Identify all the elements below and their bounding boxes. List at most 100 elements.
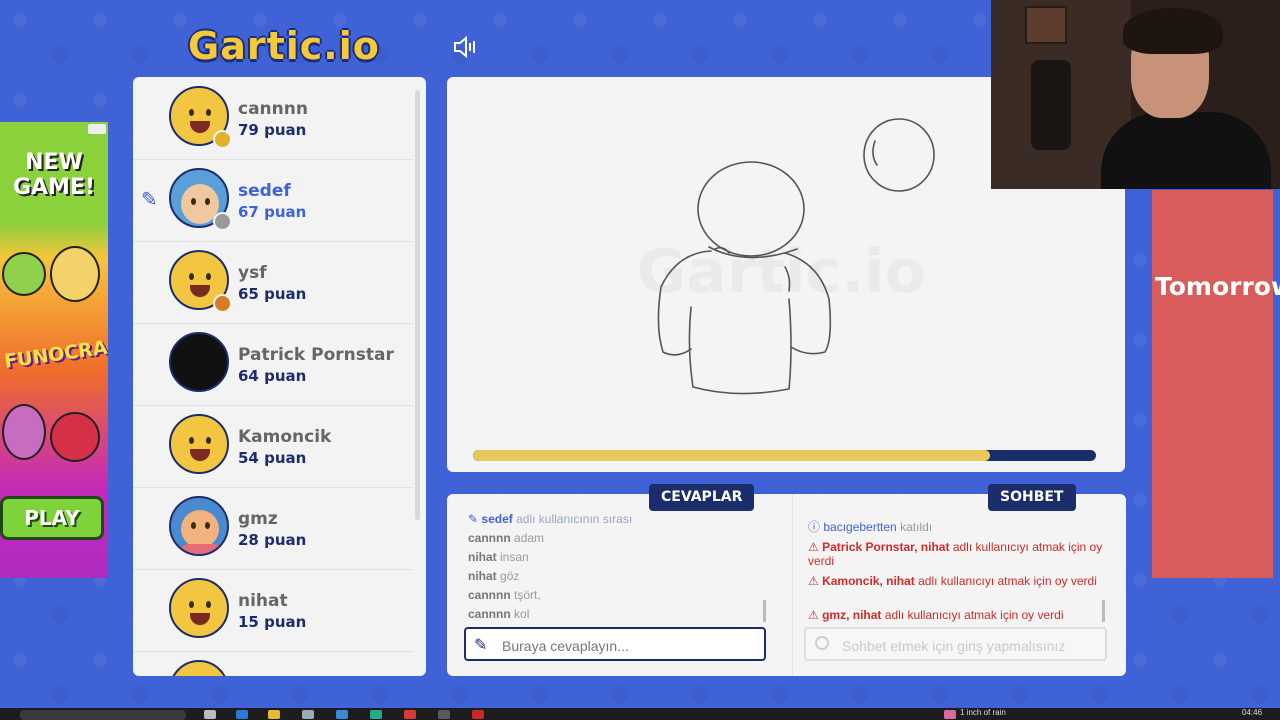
chat-vote-message: ⚠ Kamoncik, nihat adlı kullanıcıyı atmak…: [808, 574, 1108, 588]
ad-choices-icon[interactable]: [88, 124, 106, 134]
player-row[interactable]: gmz 28 puan: [133, 487, 413, 570]
task-view-icon[interactable]: [204, 710, 216, 719]
guess-item: cannnn tşört,: [468, 588, 541, 602]
player-list: cannnn 79 puan ✎ sedef 67 puan ysf 65 pu…: [133, 77, 426, 676]
ad-thumbs-up-icon: [2, 252, 46, 296]
taskbar-search[interactable]: [20, 710, 186, 720]
player-name: sedef: [238, 181, 291, 201]
chrome-icon[interactable]: [438, 710, 450, 719]
turn-user: sedef: [481, 512, 513, 526]
player-name: nihat: [238, 591, 288, 611]
player-score: 67 puan: [238, 203, 307, 221]
chat-vote-message: ⚠ Patrick Pornstar, nihat adlı kullanıcı…: [808, 540, 1108, 568]
weather-text[interactable]: 1 inch of rain: [960, 708, 1006, 717]
guess-user: cannnn: [468, 607, 511, 621]
player-score: 28 puan: [238, 531, 307, 549]
round-timer-bar: [473, 450, 1096, 461]
wall-picture: [1025, 6, 1067, 44]
player-name: Kamoncik: [238, 427, 332, 447]
guess-text: insan: [500, 550, 529, 564]
ad-text: Tomorrow,: [1155, 272, 1280, 301]
warning-icon: ⚠: [808, 574, 823, 588]
guess-item: cannnn adam: [468, 531, 544, 545]
warning-icon: ⚠: [808, 608, 823, 622]
folder-icon[interactable]: [268, 710, 280, 719]
player-row[interactable]: nihat 15 puan: [133, 569, 413, 652]
chat-user: bacıgebertten: [823, 520, 897, 534]
guess-item: cannnn kol: [468, 607, 529, 621]
player-name: Patrick Pornstar: [238, 345, 394, 365]
ad-monster-icon: [2, 404, 46, 460]
chat-bubble-icon: [815, 636, 829, 650]
guess-user: cannnn: [468, 588, 511, 602]
player-score: 65 puan: [238, 285, 307, 303]
pencil-icon: ✎: [474, 637, 488, 654]
chat-join-message: ⓘ bacıgebertten katıldı: [808, 520, 1108, 534]
person-hair: [1123, 8, 1223, 54]
guess-user: nihat: [468, 550, 497, 564]
avatar: [169, 496, 229, 556]
tab-answers[interactable]: CEVAPLAR: [649, 484, 755, 511]
left-advertisement[interactable]: NEW GAME! FUNOCRACY PLAY: [0, 122, 108, 578]
player-list-scrollbar[interactable]: [415, 90, 420, 520]
chair: [1031, 60, 1071, 150]
ad-play-button[interactable]: PLAY: [0, 496, 104, 540]
pencil-icon: ✎: [468, 512, 482, 526]
edge-icon[interactable]: [236, 710, 248, 719]
player-score: 15 puan: [238, 613, 307, 631]
speaker-icon[interactable]: [452, 34, 480, 60]
player-score: 54 puan: [238, 449, 307, 467]
ad-brand-text: FUNOCRACY: [2, 332, 108, 373]
avatar: [169, 414, 229, 474]
answers-scrollbar[interactable]: [763, 600, 766, 622]
chat-field[interactable]: [804, 627, 1107, 661]
ad-new-game-text: NEW GAME!: [12, 150, 96, 200]
right-advertisement[interactable]: Tomorrow,: [1152, 190, 1280, 578]
ad-character-icon: [50, 246, 100, 302]
guess-item: nihat göz: [468, 569, 519, 583]
chat-input[interactable]: [840, 635, 1104, 657]
guess-text: tşört,: [514, 588, 541, 602]
weather-icon[interactable]: [944, 710, 956, 719]
player-row[interactable]: cannnn 79 puan: [133, 77, 413, 160]
app-icon[interactable]: [472, 710, 484, 719]
drawing-pencil-icon: ✎: [141, 189, 158, 211]
chat-scrollbar[interactable]: [1102, 600, 1105, 622]
chat-users: Kamoncik, nihat: [822, 574, 915, 588]
player-row[interactable]: ✎ sedef 67 puan: [133, 159, 413, 242]
chat-text: katıldı: [900, 520, 933, 534]
info-icon: ⓘ: [808, 520, 824, 534]
answer-field[interactable]: ✎: [464, 627, 766, 661]
status-badge: [213, 130, 232, 149]
store-icon[interactable]: [302, 710, 314, 719]
player-row[interactable]: ysf 65 puan: [133, 241, 413, 324]
player-score: 64 puan: [238, 367, 307, 385]
player-row-partial[interactable]: [133, 651, 413, 676]
ad-angry-face-icon: [50, 412, 100, 462]
chat-text: adlı kullanıcıyı atmak için oy verdi: [918, 574, 1097, 588]
gartic-logo[interactable]: Gartic.io: [188, 24, 380, 68]
webcam-overlay: [991, 0, 1280, 189]
player-row[interactable]: Patrick Pornstar 64 puan: [133, 323, 413, 406]
guess-user: cannnn: [468, 531, 511, 545]
person-body: [1101, 112, 1271, 189]
chat-users: Patrick Pornstar, nihat: [822, 540, 950, 554]
taskbar: 1 inch of rain 04:46: [0, 708, 1280, 720]
clock[interactable]: 04:46: [1242, 708, 1262, 717]
avatar: [169, 578, 229, 638]
player-row[interactable]: Kamoncik 54 puan: [133, 405, 413, 488]
chat-text: adlı kullanıcıyı atmak için oy verdi: [884, 608, 1064, 622]
warning-icon: ⚠: [808, 540, 823, 554]
status-badge: [213, 212, 232, 231]
app-icon[interactable]: [336, 710, 348, 719]
answer-input[interactable]: [500, 635, 754, 657]
timer-fill: [473, 450, 991, 461]
guess-text: göz: [500, 569, 520, 583]
guess-item: nihat insan: [468, 550, 529, 564]
player-name: cannnn: [238, 99, 308, 119]
app-icon[interactable]: [404, 710, 416, 719]
guess-user: nihat: [468, 569, 497, 583]
tab-chat[interactable]: SOHBET: [988, 484, 1076, 511]
app-icon[interactable]: [370, 710, 382, 719]
player-score: 79 puan: [238, 121, 307, 139]
